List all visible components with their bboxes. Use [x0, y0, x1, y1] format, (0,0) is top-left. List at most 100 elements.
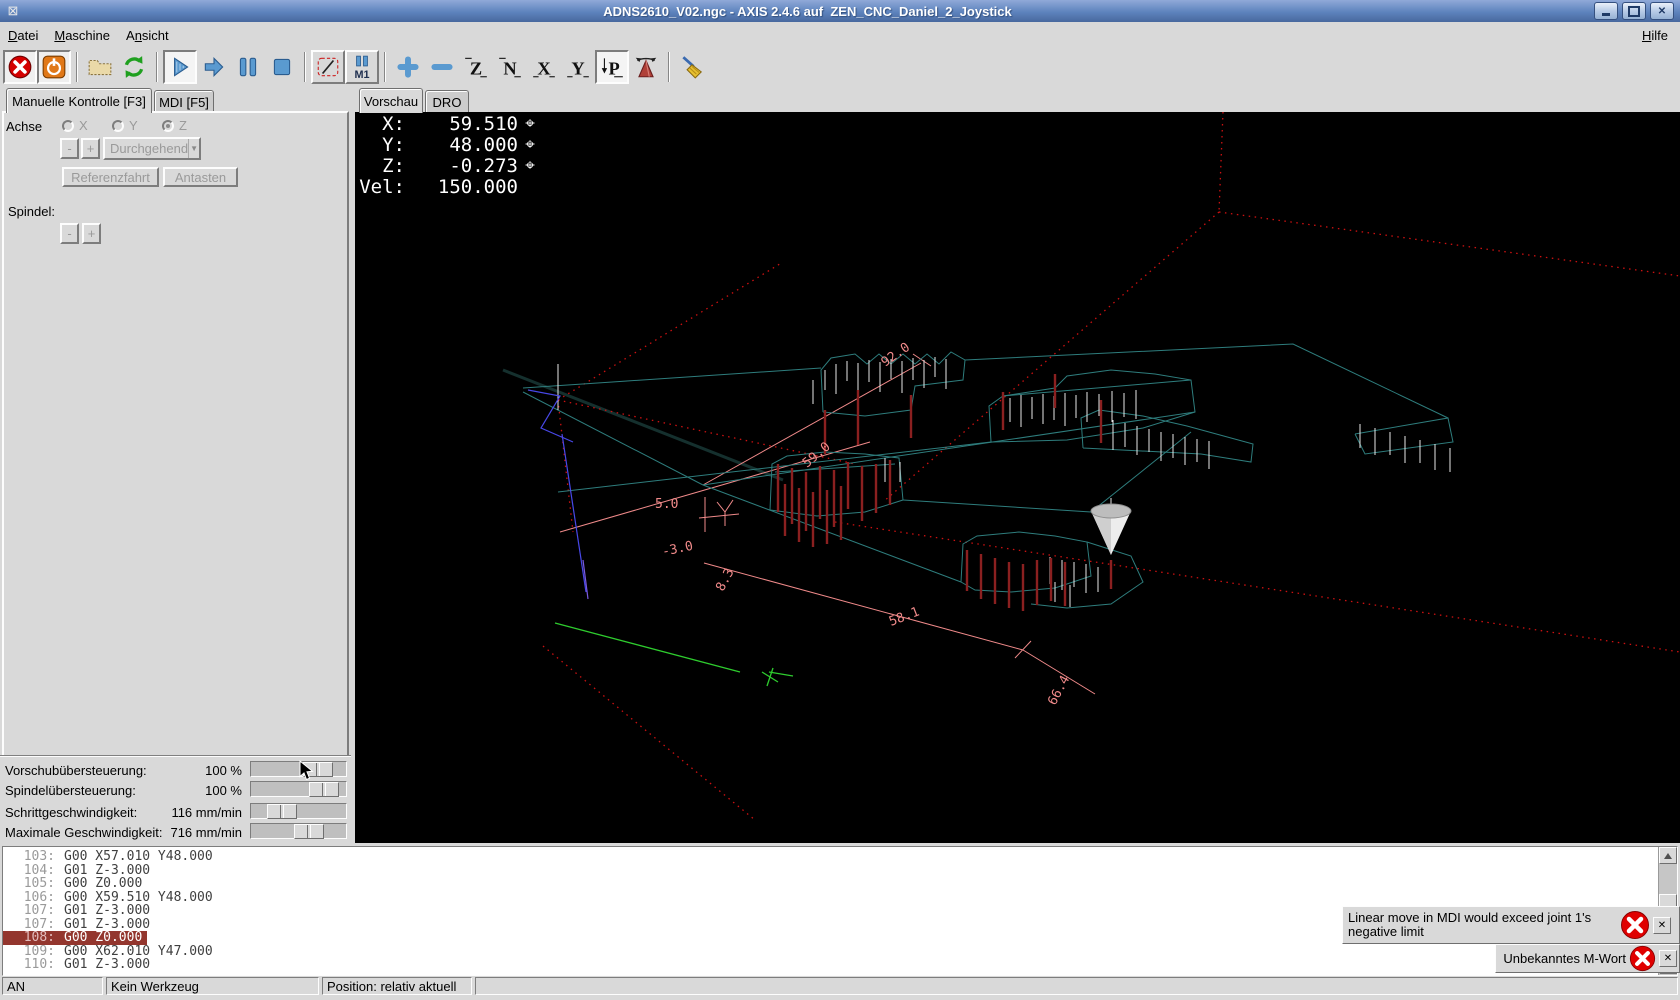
probe-button[interactable]: Antasten — [163, 167, 238, 187]
preview-plot: 92.0 59.0 5.0 -3.0 8.3 58.1 66.4 — [502, 111, 1680, 821]
zoom-out-button[interactable] — [425, 50, 459, 84]
tool-cone — [1090, 503, 1132, 555]
zoom-in-icon — [397, 56, 419, 78]
menu-maschine[interactable]: Maschine — [46, 26, 118, 45]
maximize-button[interactable] — [1622, 2, 1646, 20]
svg-text:X: X — [537, 59, 551, 79]
pause-icon — [239, 57, 257, 77]
dro-x-row: X: 59.510 ⌖ — [359, 114, 542, 135]
spindle-minus-button[interactable]: - — [60, 223, 79, 244]
preview-canvas[interactable]: 92.0 59.0 5.0 -3.0 8.3 58.1 66.4 X: 59.5… — [355, 111, 1680, 843]
stop-button[interactable] — [265, 50, 299, 84]
toolpath-feed-lines — [522, 343, 1454, 609]
max-speed-row: Maximale Geschwindigkeit: 716 mm/min — [0, 823, 351, 841]
minimize-button[interactable] — [1594, 2, 1618, 20]
step-button[interactable] — [197, 50, 231, 84]
estop-button[interactable] — [3, 50, 37, 84]
gcode-line[interactable]: 109: G00 X62.010 Y47.000 — [3, 944, 1677, 959]
gcode-line[interactable]: 106: G00 X59.510 Y48.000 — [3, 890, 1677, 905]
mouse-cursor — [299, 760, 314, 781]
dro-readout: X: 59.510 ⌖ Y: 48.000 ⌖ Z: -0.273 ⌖ Vel:… — [359, 114, 542, 198]
svg-text:-3.0: -3.0 — [661, 539, 695, 560]
jog-plus-button[interactable]: + — [81, 138, 100, 159]
skip-lines-icon — [317, 57, 339, 77]
reload-button[interactable] — [117, 50, 151, 84]
slider-thumb[interactable] — [294, 824, 324, 839]
skip-lines-toggle[interactable] — [311, 50, 345, 84]
svg-text:Y: Y — [571, 59, 584, 79]
view-z2-button[interactable]: N — [493, 50, 527, 84]
scrollbar-up-arrow[interactable] — [1659, 847, 1677, 864]
toolbar-separator — [668, 52, 670, 82]
radio-circle — [112, 119, 124, 132]
pause-button[interactable] — [231, 50, 265, 84]
toolbar-separator — [156, 52, 158, 82]
menu-ansicht[interactable]: Ansicht — [118, 26, 177, 45]
view-x-icon: X — [533, 59, 555, 79]
view-y-button[interactable]: Y — [561, 50, 595, 84]
zoom-out-icon — [431, 64, 453, 70]
tab-mdi[interactable]: MDI [F5] — [154, 90, 214, 113]
jog-speed-row: Schrittgeschwindigkeit: 116 mm/min — [0, 803, 351, 821]
window-icon: ⊠ — [7, 3, 19, 18]
view-x-button[interactable]: X — [527, 50, 561, 84]
jog-speed-slider[interactable] — [250, 803, 347, 819]
menu-hilfe[interactable]: Hilfe — [1634, 26, 1676, 45]
jog-minus-button[interactable]: - — [60, 138, 79, 159]
svg-text:8.3: 8.3 — [713, 566, 737, 594]
zoom-in-button[interactable] — [391, 50, 425, 84]
gcode-line[interactable]: 110: G01 Z-3.000 — [3, 958, 1677, 972]
run-program-button[interactable] — [163, 50, 197, 84]
broom-icon — [682, 56, 703, 79]
slider-thumb[interactable] — [267, 804, 297, 819]
error-icon — [1629, 945, 1656, 972]
m1-pause-icon: M1 — [354, 55, 370, 80]
tab-manuelle-kontrolle[interactable]: Manuelle Kontrolle [F3] — [6, 88, 152, 113]
slider-thumb[interactable] — [309, 782, 339, 797]
dro-vel-row: Vel: 150.000 — [359, 176, 518, 198]
gcode-line[interactable]: 103: G00 X57.010 Y48.000 — [3, 850, 1677, 864]
tab-dro[interactable]: DRO — [425, 90, 469, 113]
open-file-button[interactable] — [83, 50, 117, 84]
spindle-override-row: Spindelübersteuerung: 100 % — [0, 781, 351, 799]
axis-radio-x[interactable]: X — [62, 118, 88, 133]
notification-limit-error: Linear move in MDI would exceed joint 1'… — [1342, 906, 1680, 944]
max-speed-value: 716 mm/min — [170, 825, 242, 840]
svg-text:N: N — [503, 59, 517, 79]
notification-close-button[interactable]: ✕ — [1653, 916, 1671, 934]
tool-status-cell: Kein Werkzeug — [106, 977, 319, 995]
axis-radio-y[interactable]: Y — [112, 118, 138, 133]
machine-power-button[interactable] — [37, 50, 71, 84]
folder-icon — [88, 59, 112, 76]
menu-datei[interactable]: Datei — [0, 26, 46, 45]
position-mode-cell: Position: relativ aktuell — [322, 977, 472, 995]
spindle-override-slider[interactable] — [250, 781, 347, 797]
spindle-plus-button[interactable]: + — [82, 223, 101, 244]
gcode-line[interactable]: 105: G00 Z0.000 — [3, 877, 1677, 891]
titlebar[interactable]: ⊠ ADNS2610_V02.ngc - AXIS 2.4.6 auf ZEN_… — [0, 0, 1680, 22]
notification-text: Unbekanntes M-Wort — [1503, 950, 1626, 966]
view-y-icon: Y — [567, 59, 589, 79]
spindle-override-value: 100 % — [205, 783, 242, 798]
max-speed-slider[interactable] — [250, 823, 347, 839]
jog-mode-select[interactable]: Durchgehend ▼ — [103, 137, 201, 160]
tab-vorschau[interactable]: Vorschau — [359, 88, 423, 113]
home-axis-button[interactable]: Referenzfahrt — [62, 167, 159, 187]
rotate-view-button[interactable] — [629, 50, 663, 84]
svg-text:P: P — [609, 59, 620, 79]
view-z-button[interactable]: Z — [459, 50, 493, 84]
view-perspective-button[interactable]: P — [595, 50, 629, 84]
gcode-line[interactable]: 104: G01 Z-3.000 — [3, 863, 1677, 878]
gcode-line-active[interactable]: 108: G00 Z0.000 — [3, 931, 148, 945]
run-icon — [174, 57, 189, 77]
axis-radio-z[interactable]: Z — [162, 118, 187, 133]
estop-icon — [8, 55, 32, 79]
clear-plot-button[interactable] — [675, 50, 709, 84]
notification-close-button[interactable]: ✕ — [1659, 950, 1677, 967]
view-z-icon: Z — [465, 57, 487, 79]
toolbar: M1 Z N X Y P — [0, 48, 1680, 86]
optional-stop-m1-toggle[interactable]: M1 — [345, 50, 379, 84]
close-button[interactable]: ✕ — [1650, 2, 1674, 20]
window-title: ADNS2610_V02.ngc - AXIS 2.4.6 auf ZEN_CN… — [603, 3, 1012, 19]
dro-y-row: Y: 48.000 ⌖ — [359, 135, 542, 156]
